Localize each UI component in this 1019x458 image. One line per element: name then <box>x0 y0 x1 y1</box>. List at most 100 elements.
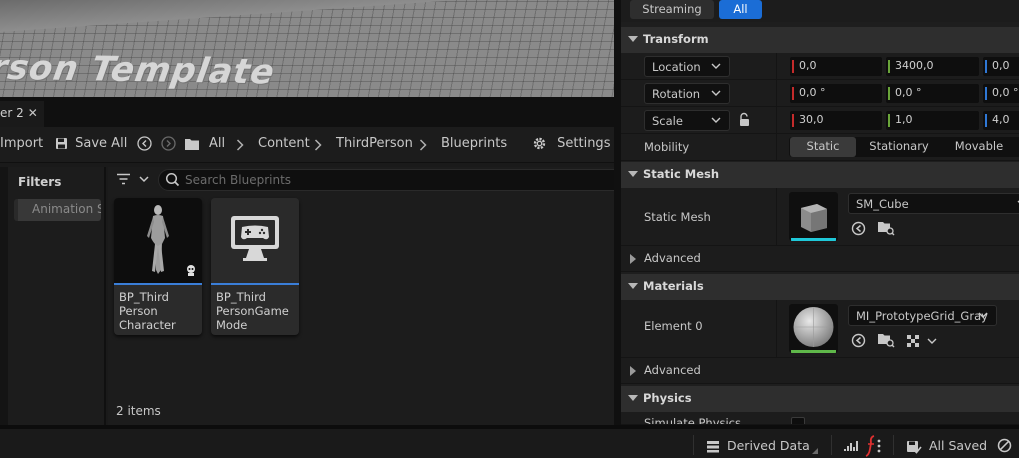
static-mesh-advanced[interactable]: Advanced <box>621 246 1019 272</box>
save-all-button[interactable]: Save All <box>55 136 127 151</box>
chevron-down-icon <box>628 36 638 42</box>
breadcrumb-thirdperson[interactable]: ThirdPerson <box>336 136 413 151</box>
materials-advanced[interactable]: Advanced <box>621 358 1019 384</box>
axis-x-marker <box>792 114 794 127</box>
asset-type-underline <box>791 350 836 353</box>
breadcrumb-blueprints[interactable]: Blueprints <box>441 136 507 151</box>
filter-dropdown-button[interactable] <box>116 171 149 185</box>
sources-collapse-strip[interactable] <box>0 167 8 425</box>
settings-button[interactable]: Settings <box>532 136 610 151</box>
back-button[interactable] <box>137 136 152 151</box>
revision-control-icon[interactable] <box>997 438 1012 453</box>
use-selected-icon[interactable] <box>851 221 866 236</box>
more-options-icon[interactable] <box>877 439 881 453</box>
use-selected-icon[interactable] <box>851 333 866 348</box>
material-thumbnail[interactable] <box>789 304 838 353</box>
static-mesh-thumbnail[interactable] <box>789 192 838 241</box>
mobility-segmented-control: Static Stationary Movable <box>789 137 1019 157</box>
search-input[interactable] <box>185 172 605 188</box>
mobility-label: Mobility <box>644 140 690 154</box>
location-x-field[interactable]: 0,0 <box>790 57 882 76</box>
viewport-template-text: rson Template <box>0 47 278 93</box>
filter-chip-animation[interactable]: Animation S <box>14 199 101 221</box>
material-asset-picker[interactable]: MI_PrototypeGrid_Gray <box>848 305 997 326</box>
import-button[interactable]: Import <box>0 136 43 151</box>
asset-name-line: Person <box>119 304 158 318</box>
row-divider <box>776 80 777 106</box>
streaming-button[interactable]: Streaming <box>630 0 714 19</box>
rotation-y-field[interactable]: 0,0 ° <box>886 84 979 103</box>
tab-content-browser[interactable]: er 2 ✕ <box>0 101 44 127</box>
location-y-field[interactable]: 3400,0 <box>886 57 979 76</box>
all-saved-button[interactable]: All Saved <box>906 438 987 454</box>
scale-z-field[interactable]: 4,0 <box>983 111 1019 130</box>
field-value: 0,0 ° <box>895 86 922 99</box>
row-divider <box>776 107 777 133</box>
chevron-right-icon <box>314 139 322 151</box>
simulate-physics-row: Simulate Physics <box>621 412 1019 425</box>
category-title: Static Mesh <box>643 167 720 181</box>
level-viewport[interactable]: rson Template <box>0 0 614 97</box>
resize-grip-icon <box>812 448 818 454</box>
sphere-icon <box>793 307 834 347</box>
all-button[interactable]: All <box>719 0 762 19</box>
mobility-stationary-option[interactable]: Stationary <box>859 137 939 157</box>
trace-icon[interactable] <box>843 439 859 453</box>
asset-tile-bp-thirdpersongamemode[interactable]: BP_Third PersonGame Mode <box>211 198 299 335</box>
breadcrumb-all[interactable]: All <box>209 136 225 151</box>
location-z-field[interactable]: 0,0 <box>983 57 1019 76</box>
content-browser-tab-bar: er 2 ✕ <box>0 97 614 127</box>
save-all-label: Save All <box>75 136 128 151</box>
category-static-mesh[interactable]: Static Mesh <box>621 162 1019 188</box>
simulate-physics-label: Simulate Physics <box>644 416 741 425</box>
browse-icon[interactable] <box>877 220 895 236</box>
rotation-mode-dropdown[interactable]: Rotation <box>644 83 730 104</box>
static-mesh-asset-picker[interactable]: SM_Cube <box>848 193 1019 214</box>
rotation-z-field[interactable]: 0,0 ° <box>983 84 1019 103</box>
chevron-down-icon <box>927 338 937 344</box>
category-title: Materials <box>643 279 704 293</box>
asset-type-underline <box>791 238 836 241</box>
filters-heading: Filters <box>18 175 62 189</box>
close-icon[interactable]: ✕ <box>28 106 38 120</box>
scale-x-field[interactable]: 30,0 <box>790 111 882 130</box>
rotation-row: Rotation 0,0 ° 0,0 ° 0,0 ° <box>621 80 1019 107</box>
category-materials[interactable]: Materials <box>621 274 1019 300</box>
simulate-physics-checkbox[interactable] <box>791 417 805 424</box>
folder-tree-button[interactable] <box>184 136 200 151</box>
lock-icon[interactable] <box>738 112 752 127</box>
breadcrumb-content[interactable]: Content <box>258 136 310 151</box>
browse-icon[interactable] <box>877 332 895 348</box>
category-physics[interactable]: Physics <box>621 386 1019 412</box>
asset-name: BP_Third PersonGame Mode <box>216 290 298 332</box>
search-row <box>108 167 618 193</box>
asset-type-bar <box>114 283 202 285</box>
scale-y-field[interactable]: 1,0 <box>886 111 979 130</box>
forward-button[interactable] <box>161 136 176 151</box>
field-value: 1,0 <box>895 113 913 126</box>
scale-mode-dropdown[interactable]: Scale <box>644 110 730 131</box>
source-control-icon[interactable] <box>865 435 877 457</box>
material-options-button[interactable] <box>906 333 937 348</box>
chevron-down-icon <box>628 171 638 177</box>
mobility-movable-option[interactable]: Movable <box>939 137 1019 157</box>
row-divider <box>776 300 777 357</box>
folder-icon <box>185 138 199 150</box>
mobility-static-option[interactable]: Static <box>790 137 856 157</box>
asset-name: MI_PrototypeGrid_Gray <box>856 309 988 323</box>
asset-tile-bp-thirdpersoncharacter[interactable]: BP_Third Person Character <box>114 198 202 335</box>
derived-data-button[interactable]: Derived Data <box>706 438 810 453</box>
row-divider <box>776 134 777 160</box>
axis-x-marker <box>792 60 794 73</box>
streaming-filter-row: Streaming All <box>621 0 1019 22</box>
location-mode-dropdown[interactable]: Location <box>644 56 730 77</box>
status-bar: Derived Data All Saved <box>0 425 1019 458</box>
category-transform[interactable]: Transform <box>621 27 1019 53</box>
asset-name: BP_Third Person Character <box>119 290 201 332</box>
scale-row: Scale 30,0 1,0 4,0 <box>621 107 1019 134</box>
asset-name-line: BP_Third <box>119 290 169 304</box>
details-panel: Streaming All Transform Location 0,0 340… <box>620 0 1019 425</box>
chevron-right-icon <box>630 254 636 264</box>
axis-z-marker <box>985 114 987 127</box>
rotation-x-field[interactable]: 0,0 ° <box>790 84 882 103</box>
